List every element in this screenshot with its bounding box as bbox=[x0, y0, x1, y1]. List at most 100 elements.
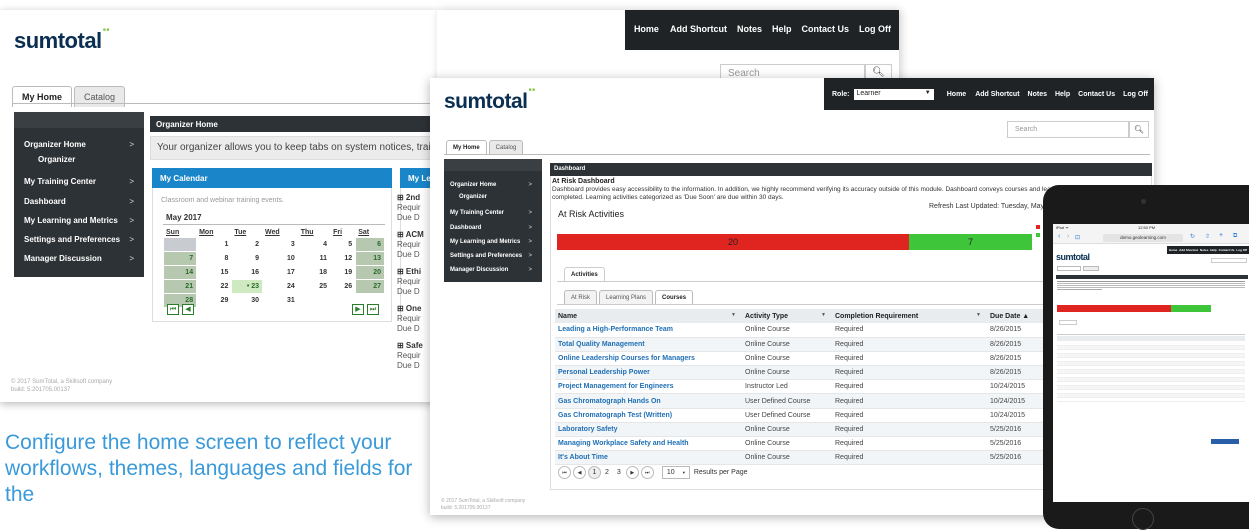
front-tab-my-home[interactable]: My Home bbox=[446, 140, 487, 155]
tablet-activities-tab[interactable] bbox=[1059, 320, 1077, 325]
front-nav-add-shortcut[interactable]: Add Shortcut bbox=[971, 91, 1023, 98]
subtab-learning-plans[interactable]: Learning Plans bbox=[599, 290, 654, 305]
front-nav-log-off[interactable]: Log Off bbox=[1119, 91, 1152, 98]
calendar-day[interactable]: 17 bbox=[263, 266, 298, 279]
page-2[interactable]: 2 bbox=[605, 469, 609, 476]
sidebar-item-training-center[interactable]: My Training Center bbox=[14, 171, 144, 192]
nav-home[interactable]: Home bbox=[628, 10, 665, 50]
calendar-day[interactable]: 21 bbox=[164, 280, 197, 293]
course-name-link[interactable]: Gas Chromatograph Test (Written) bbox=[555, 408, 742, 423]
calendar-day[interactable]: 25 bbox=[298, 280, 331, 293]
course-name-link[interactable]: Managing Workplace Safety and Health bbox=[555, 436, 742, 452]
sidebar-item-settings[interactable]: Settings and Preferences bbox=[14, 230, 144, 249]
calendar-day[interactable]: 7 bbox=[164, 252, 197, 265]
calendar-day[interactable]: 8 bbox=[197, 252, 232, 265]
subtab-courses[interactable]: Courses bbox=[655, 290, 694, 305]
activities-tab[interactable]: Activities bbox=[564, 267, 605, 282]
tablet-table-row[interactable] bbox=[1057, 398, 1245, 402]
front-sidebar-organizer-home[interactable]: Organizer Home bbox=[444, 171, 542, 191]
calendar-day[interactable]: 10 bbox=[263, 252, 298, 265]
calendar-day[interactable]: 5 bbox=[331, 238, 356, 251]
sidebar-item-organizer-home[interactable]: Organizer Home bbox=[14, 128, 144, 152]
course-name-link[interactable]: Total Quality Management bbox=[555, 337, 742, 352]
due-soon-bar[interactable]: 7 bbox=[909, 234, 1032, 250]
calendar-day[interactable]: 31 bbox=[263, 294, 298, 307]
course-name-link[interactable]: Leading a High-Performance Team bbox=[555, 323, 742, 338]
sidebar-item-dashboard[interactable]: Dashboard bbox=[14, 192, 144, 211]
column-header[interactable]: Activity Type ▼ bbox=[742, 309, 832, 323]
page-3[interactable]: 3 bbox=[617, 469, 621, 476]
calendar-day[interactable]: 24 bbox=[263, 280, 298, 293]
browser-share-icon[interactable]: ⇧ bbox=[1205, 233, 1210, 240]
front-sidebar-training-center[interactable]: My Training Center bbox=[444, 205, 542, 221]
front-sidebar-manager-discussion[interactable]: Manager Discussion bbox=[444, 263, 542, 277]
front-sidebar-settings[interactable]: Settings and Preferences bbox=[444, 249, 542, 263]
sidebar-item-manager-discussion[interactable]: Manager Discussion bbox=[14, 249, 144, 268]
subtab-at-risk[interactable]: At Risk bbox=[564, 290, 598, 305]
browser-back-icon[interactable]: ‹ bbox=[1058, 233, 1060, 240]
browser-forward-icon[interactable]: › bbox=[1067, 233, 1069, 240]
column-header[interactable]: Name ▼ bbox=[555, 309, 742, 323]
calendar-day[interactable]: 14 bbox=[164, 266, 197, 279]
tablet-nav-help[interactable]: Help bbox=[1210, 248, 1217, 252]
tablet-search-input[interactable] bbox=[1211, 258, 1247, 263]
calendar-day[interactable]: • 23 bbox=[232, 280, 263, 293]
calendar-day[interactable]: 11 bbox=[298, 252, 331, 265]
calendar-day[interactable]: 3 bbox=[263, 238, 298, 251]
front-search-icon[interactable]: 🔍︎ bbox=[1129, 121, 1149, 138]
page-1[interactable]: 1 bbox=[588, 466, 601, 479]
calendar-day[interactable]: 2 bbox=[232, 238, 263, 251]
last-month-icon[interactable]: ⏭ bbox=[367, 304, 379, 315]
course-name-link[interactable]: Project Management for Engineers bbox=[555, 379, 742, 395]
calendar-day[interactable]: 4 bbox=[298, 238, 331, 251]
nav-contact-us[interactable]: Contact Us bbox=[796, 10, 854, 50]
calendar-day[interactable]: 15 bbox=[197, 266, 232, 279]
column-header[interactable]: Completion Requirement ▼ bbox=[832, 309, 987, 323]
tablet-nav-contact-us[interactable]: Contact Us bbox=[1219, 248, 1235, 252]
role-select[interactable]: Learner ▼ bbox=[853, 88, 934, 100]
calendar-day[interactable]: 27 bbox=[356, 280, 384, 293]
nav-notes[interactable]: Notes bbox=[732, 10, 767, 50]
calendar-day[interactable]: 6 bbox=[356, 238, 384, 251]
front-nav-notes[interactable]: Notes bbox=[1024, 91, 1051, 98]
course-name-link[interactable]: Personal Leadership Power bbox=[555, 365, 742, 381]
first-month-icon[interactable]: ⏮ bbox=[167, 304, 179, 315]
front-nav-help[interactable]: Help bbox=[1051, 91, 1074, 98]
calendar-day[interactable]: 26 bbox=[331, 280, 356, 293]
filter-icon[interactable]: ▼ bbox=[976, 312, 981, 318]
per-page-select[interactable]: 10 ▼ bbox=[661, 466, 690, 479]
calendar-day[interactable]: 29 bbox=[197, 294, 232, 307]
front-sidebar-dashboard[interactable]: Dashboard bbox=[444, 221, 542, 235]
front-tab-catalog[interactable]: Catalog bbox=[488, 140, 524, 155]
filter-icon[interactable]: ▼ bbox=[821, 312, 826, 318]
calendar-day[interactable]: 13 bbox=[356, 252, 384, 265]
course-name-link[interactable]: Gas Chromatograph Hands On bbox=[555, 393, 742, 409]
last-page-icon[interactable]: ⏭ bbox=[640, 466, 654, 479]
nav-help[interactable]: Help bbox=[767, 10, 797, 50]
tablet-sumtotal-logo[interactable]: sumtotal bbox=[1056, 252, 1090, 262]
calendar-day[interactable]: 1 bbox=[197, 238, 232, 251]
tablet-nav-log-off[interactable]: Log Off bbox=[1236, 248, 1247, 252]
sidebar-item-organizer[interactable]: Organizer bbox=[14, 152, 144, 171]
tablet-overdue-bar[interactable] bbox=[1057, 305, 1171, 312]
front-sidebar-organizer[interactable]: Organizer bbox=[444, 191, 542, 205]
calendar-day[interactable]: 19 bbox=[331, 266, 356, 279]
sidebar-item-learning-metrics[interactable]: My Learning and Metrics bbox=[14, 211, 144, 230]
front-nav-home[interactable]: Home bbox=[942, 91, 971, 98]
tablet-tab-catalog[interactable] bbox=[1083, 266, 1099, 271]
filter-icon[interactable]: ▼ bbox=[731, 312, 736, 318]
course-name-link[interactable]: It's About Time bbox=[555, 450, 742, 466]
tablet-due-soon-bar[interactable] bbox=[1171, 305, 1211, 312]
front-sidebar-learning-metrics[interactable]: My Learning and Metrics bbox=[444, 235, 542, 249]
front-search-input[interactable]: Search bbox=[1007, 121, 1129, 138]
browser-new-tab-icon[interactable]: + bbox=[1219, 232, 1223, 239]
prev-month-icon[interactable]: ◀ bbox=[182, 304, 194, 315]
tablet-nav-add-shortcut[interactable]: Add Shortcut bbox=[1179, 248, 1198, 252]
calendar-day[interactable]: 12 bbox=[331, 252, 356, 265]
tablet-nav-home[interactable]: Home bbox=[1169, 248, 1177, 252]
calendar-day[interactable]: 20 bbox=[356, 266, 384, 279]
nav-log-off[interactable]: Log Off bbox=[854, 10, 896, 50]
tablet-nav-notes[interactable]: Notes bbox=[1200, 248, 1208, 252]
calendar-day[interactable]: 16 bbox=[232, 266, 263, 279]
overdue-bar[interactable]: 20 bbox=[557, 234, 909, 250]
